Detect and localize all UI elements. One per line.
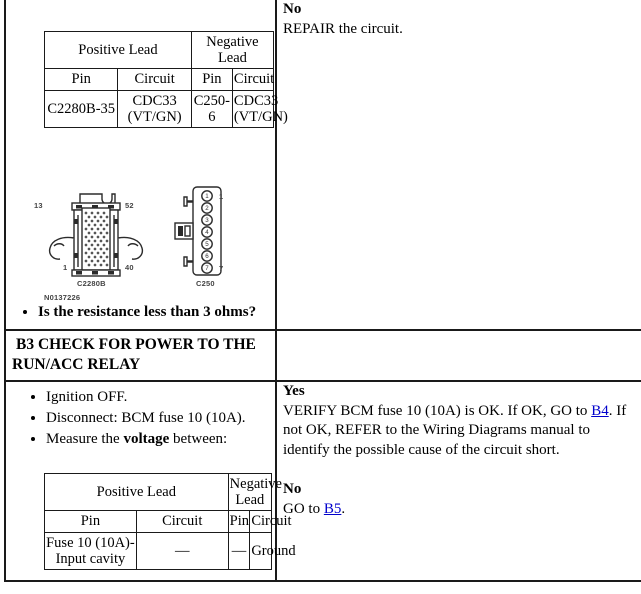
figure-id-label: N0137226 [44, 293, 81, 303]
pinpoint-test-table: Positive Lead Negative Lead Pin Circuit … [4, 0, 641, 583]
document-page: Positive Lead Negative Lead Pin Circuit … [0, 0, 641, 594]
positive-lead-header: Positive Lead [44, 30, 192, 70]
answer-text-no: GO to B5. [283, 500, 635, 520]
answer-text-yes: VERIFY BCM fuse 10 (10A) is OK. If OK, G… [283, 402, 635, 461]
list-item: Measure the voltage between: [46, 430, 275, 450]
c250-pin-label-bottom: 7 [219, 264, 224, 274]
lead-table-wrapper: Positive Lead Negative Lead Pin Circuit … [6, 0, 288, 129]
empty-spacer [277, 331, 641, 369]
pin-header-negative: Pin [227, 510, 251, 533]
emphasis-voltage: voltage [123, 431, 170, 448]
lead-group-header-row: Positive Lead Negative Lead [44, 30, 275, 70]
connector-pin-label-52: 52 [125, 201, 134, 211]
svg-text:6: 6 [205, 253, 209, 260]
connector-pin-label-40: 40 [125, 263, 134, 273]
table-row: Ignition OFF. Disconnect: BCM fuse 10 (1… [4, 381, 641, 583]
section-index: B3 [16, 336, 35, 354]
test-question-list: Is the resistance less than 3 ohms? [6, 304, 275, 321]
section-heading-result-cell [275, 330, 641, 383]
connector-figure: 1 2 3 4 5 6 7 13 52 1 40 C2280B 1 7 C250… [6, 175, 275, 303]
lead-value-row: Fuse 10 (10A)-Input cavity — — Ground [44, 531, 296, 571]
circuit-header-positive: Circuit [135, 510, 229, 533]
lead-measurement-table: Positive Lead Negative Lead Pin Circuit … [43, 30, 288, 129]
answer-label-no: No [283, 481, 302, 498]
svg-text:7: 7 [205, 265, 209, 272]
test-step-list: Ignition OFF. Disconnect: BCM fuse 10 (1… [6, 388, 275, 449]
answer-text-yes-before: VERIFY BCM fuse 10 (10A) is OK. If OK, G… [283, 402, 592, 419]
list-item: Disconnect: BCM fuse 10 (10A). [46, 409, 275, 429]
answer-spacer [277, 460, 641, 480]
circuit-value-positive: — [135, 531, 229, 571]
connector-name-c250: C250 [196, 279, 215, 289]
test-question: Is the resistance less than 3 ohms? [38, 304, 275, 321]
negative-lead-header: Negative Lead [190, 30, 275, 70]
pin-value-negative: — [227, 531, 251, 571]
list-item: Ignition OFF. [46, 388, 275, 408]
answer-block-yes: Yes VERIFY BCM fuse 10 (10A) is OK. If O… [277, 382, 641, 460]
answer-label-yes: Yes [283, 383, 305, 400]
connector-diagram-svg: 1 2 3 4 5 6 7 [48, 186, 222, 277]
test-step-cell: Positive Lead Negative Lead Pin Circuit … [4, 0, 288, 332]
pin-value-positive: Fuse 10 (10A)-Input cavity [44, 531, 137, 571]
svg-text:1: 1 [205, 193, 209, 200]
pin-value-negative: C250-6 [190, 89, 233, 129]
circuit-header-negative: Circuit [249, 510, 292, 533]
section-heading: B3 CHECK FOR POWER TO THE RUN/ACC RELAY [6, 331, 275, 380]
test-step-cell: Ignition OFF. Disconnect: BCM fuse 10 (1… [4, 381, 296, 583]
link-b5[interactable]: B5 [324, 501, 342, 517]
answer-label-no: No [283, 1, 302, 17]
circuit-header-positive: Circuit [117, 68, 192, 91]
svg-text:5: 5 [205, 241, 209, 248]
c250-pin-label-top: 1 [219, 192, 224, 202]
pin-header-positive: Pin [43, 68, 119, 91]
test-result-cell: Yes VERIFY BCM fuse 10 (10A) is OK. If O… [275, 381, 641, 583]
test-result-cell: No REPAIR the circuit. [275, 0, 641, 332]
connector-pin-label-13: 13 [34, 201, 43, 211]
circuit-header-negative: Circuit [231, 68, 274, 91]
lead-column-header-row: Pin Circuit Pin Circuit [44, 510, 292, 533]
pin-header-negative: Pin [190, 68, 233, 91]
answer-text-no-after: . [341, 500, 346, 517]
lead-measurement-table: Positive Lead Negative Lead Pin Circuit … [44, 472, 296, 571]
lead-table-wrapper: Positive Lead Negative Lead Pin Circuit … [6, 460, 296, 580]
table-row: Positive Lead Negative Lead Pin Circuit … [4, 0, 641, 332]
section-title: CHECK FOR POWER TO THE RUN/ACC RELAY [12, 336, 256, 374]
lead-column-header-row: Pin Circuit Pin Circuit [43, 68, 274, 91]
pin-value-positive: C2280B-35 [43, 89, 119, 129]
answer-text-no: REPAIR the circuit. [283, 20, 403, 37]
answer-text-no-before: GO to [283, 500, 324, 517]
circuit-value-positive: CDC33 (VT/GN) [117, 89, 192, 129]
svg-text:2: 2 [205, 205, 209, 212]
link-b4[interactable]: B4 [591, 403, 609, 419]
positive-lead-header: Positive Lead [44, 472, 229, 512]
table-row: B3 CHECK FOR POWER TO THE RUN/ACC RELAY [4, 330, 641, 383]
circuit-value-negative: Ground [249, 531, 296, 571]
section-heading-cell: B3 CHECK FOR POWER TO THE RUN/ACC RELAY [4, 330, 277, 383]
connector-name-c2280b: C2280B [77, 279, 106, 289]
lead-value-row: C2280B-35 CDC33 (VT/GN) C250-6 CDC33 (VT… [43, 89, 288, 129]
answer-block-no: No GO to B5. [277, 480, 641, 519]
negative-lead-header: Negative Lead [227, 472, 282, 512]
lead-group-header-row: Positive Lead Negative Lead [44, 472, 282, 512]
answer-block-no: No REPAIR the circuit. [277, 0, 641, 39]
pin-header-positive: Pin [44, 510, 137, 533]
svg-text:4: 4 [205, 229, 209, 236]
connector-pin-label-1: 1 [63, 263, 68, 273]
svg-text:3: 3 [205, 217, 209, 224]
circuit-value-negative: CDC33 (VT/GN) [231, 89, 288, 129]
